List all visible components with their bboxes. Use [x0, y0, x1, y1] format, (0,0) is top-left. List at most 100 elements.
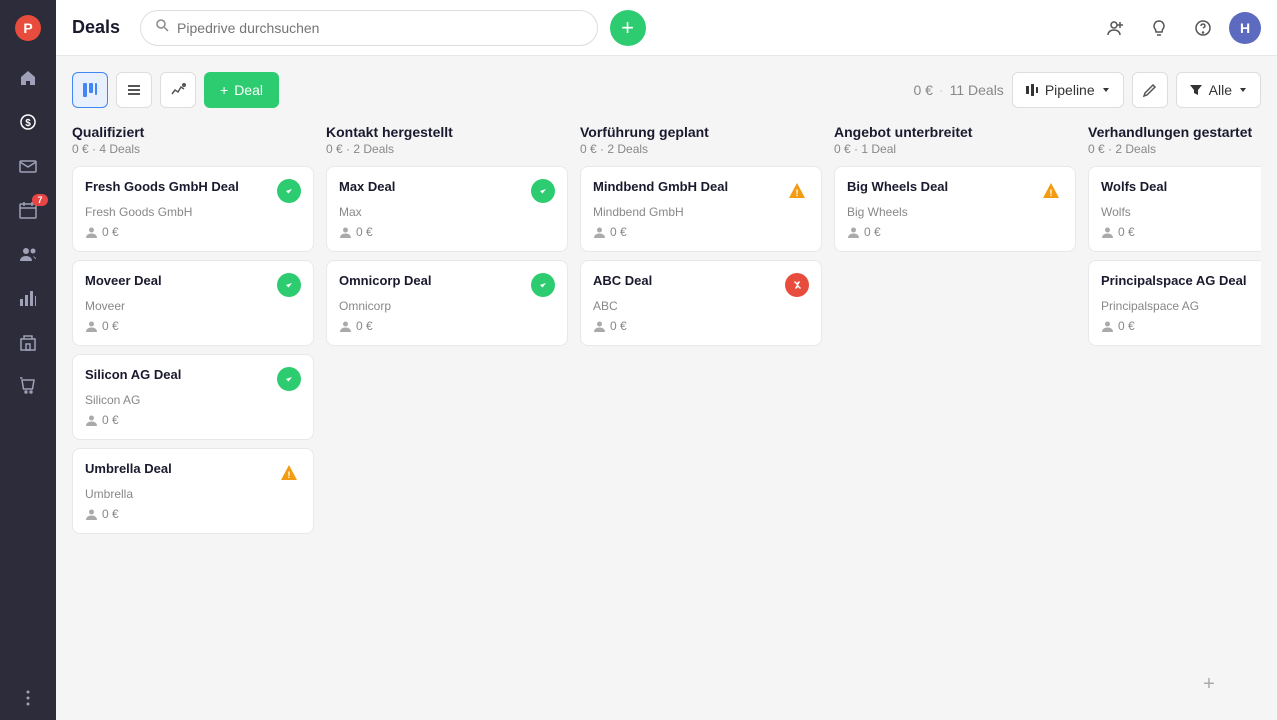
deal-amount: 0 € — [102, 319, 119, 333]
deal-name: Fresh Goods GmbH Deal — [85, 179, 239, 196]
sidebar-item-companies[interactable] — [0, 320, 56, 364]
deal-name: Silicon AG Deal — [85, 367, 181, 384]
deals-icon: $ — [18, 112, 38, 132]
deal-card[interactable]: Moveer Deal Moveer 0 € — [72, 260, 314, 346]
bulb-button[interactable] — [1141, 10, 1177, 46]
deal-name: Mindbend GmbH Deal — [593, 179, 728, 196]
deal-company: Umbrella — [85, 487, 301, 501]
deal-card[interactable]: Silicon AG Deal Silicon AG 0 € — [72, 354, 314, 440]
kanban-view-button[interactable] — [72, 72, 108, 108]
deal-footer: 0 € — [1101, 319, 1261, 333]
column-title: Angebot unterbreitet — [834, 124, 1076, 140]
forecast-view-button[interactable] — [160, 72, 196, 108]
sidebar-item-contacts[interactable] — [0, 232, 56, 276]
products-icon — [18, 376, 38, 396]
companies-icon — [18, 332, 38, 352]
deal-card[interactable]: Principalspace AG Deal ! Principalspace … — [1088, 260, 1261, 346]
deal-amount: 0 € — [102, 225, 119, 239]
column-verhandlungen: Verhandlungen gestartet 0 € · 2 Deals Wo… — [1088, 124, 1261, 704]
deal-amount: 0 € — [102, 507, 119, 521]
content-area: + Deal 0 € · 11 Deals Pipeline Alle — [56, 56, 1277, 720]
sidebar-item-products[interactable] — [0, 364, 56, 408]
add-deal-label: Deal — [234, 82, 263, 98]
person-icon — [339, 226, 352, 239]
deal-name: Principalspace AG Deal — [1101, 273, 1246, 290]
column-kontakt: Kontakt hergestellt 0 € · 2 Deals Max De… — [326, 124, 568, 704]
person-icon — [85, 226, 98, 239]
deal-card-header: ABC Deal — [593, 273, 809, 297]
add-card-button[interactable]: + — [1088, 664, 1261, 704]
column-header: Kontakt hergestellt 0 € · 2 Deals — [326, 124, 568, 166]
deal-card-header: Wolfs Deal — [1101, 179, 1261, 203]
deal-card-header: Principalspace AG Deal ! — [1101, 273, 1261, 297]
deal-card[interactable]: Max Deal Max 0 € — [326, 166, 568, 252]
filter-label: Alle — [1209, 82, 1232, 98]
search-bar[interactable] — [140, 10, 597, 46]
pipeline-button[interactable]: Pipeline — [1012, 72, 1124, 108]
deal-footer: 0 € — [339, 225, 555, 239]
deal-amount: 0 € — [1118, 319, 1135, 333]
deal-card[interactable]: Wolfs Deal Wolfs 0 € — [1088, 166, 1261, 252]
column-meta: 0 € · 1 Deal — [834, 142, 1076, 156]
topbar: Deals + H — [56, 0, 1277, 56]
search-input[interactable] — [177, 20, 582, 36]
column-cards: Wolfs Deal Wolfs 0 € Principalspace AG D… — [1088, 166, 1261, 660]
deal-company: Big Wheels — [847, 205, 1063, 219]
person-icon — [593, 226, 606, 239]
deal-card[interactable]: Mindbend GmbH Deal ! Mindbend GmbH 0 € — [580, 166, 822, 252]
add-users-button[interactable] — [1097, 10, 1133, 46]
view-toolbar: + Deal 0 € · 11 Deals Pipeline Alle — [72, 72, 1261, 108]
sidebar: P $ 7 — [0, 0, 56, 720]
column-title: Qualifiziert — [72, 124, 314, 140]
deal-card-header: Mindbend GmbH Deal ! — [593, 179, 809, 203]
status-icon-green — [277, 367, 301, 391]
person-icon — [1101, 320, 1114, 333]
sidebar-item-more[interactable] — [0, 676, 56, 720]
deal-footer: 0 € — [847, 225, 1063, 239]
deal-card-header: Max Deal — [339, 179, 555, 203]
column-cards: Big Wheels Deal ! Big Wheels 0 € — [834, 166, 1076, 704]
status-icon-warning: ! — [785, 179, 809, 203]
sidebar-item-mail[interactable] — [0, 144, 56, 188]
sidebar-item-calendar[interactable]: 7 — [0, 188, 56, 232]
filter-button[interactable]: Alle — [1176, 72, 1261, 108]
column-meta: 0 € · 4 Deals — [72, 142, 314, 156]
status-icon-red — [785, 273, 809, 297]
deal-company: Mindbend GmbH — [593, 205, 809, 219]
deal-amount: 0 € — [610, 225, 627, 239]
deal-company: Omnicorp — [339, 299, 555, 313]
user-avatar[interactable]: H — [1229, 12, 1261, 44]
deal-name: Moveer Deal — [85, 273, 162, 290]
deal-card[interactable]: Umbrella Deal ! Umbrella 0 € — [72, 448, 314, 534]
stats-dot: · — [939, 82, 944, 98]
deal-card-header: Omnicorp Deal — [339, 273, 555, 297]
column-meta: 0 € · 2 Deals — [1088, 142, 1261, 156]
deal-card[interactable]: Fresh Goods GmbH Deal Fresh Goods GmbH 0… — [72, 166, 314, 252]
sidebar-item-reports[interactable] — [0, 276, 56, 320]
deal-footer: 0 € — [85, 413, 301, 427]
person-icon — [85, 508, 98, 521]
stats-count: 11 Deals — [950, 82, 1004, 98]
edit-button[interactable] — [1132, 72, 1168, 108]
column-cards: Max Deal Max 0 € Omnicorp Deal Omnicorp … — [326, 166, 568, 704]
deal-amount: 0 € — [356, 319, 373, 333]
list-view-button[interactable] — [116, 72, 152, 108]
deal-card[interactable]: Omnicorp Deal Omnicorp 0 € — [326, 260, 568, 346]
add-button[interactable]: + — [610, 10, 646, 46]
person-icon — [1101, 226, 1114, 239]
person-icon — [339, 320, 352, 333]
column-angebot: Angebot unterbreitet 0 € · 1 Deal Big Wh… — [834, 124, 1076, 704]
column-title: Kontakt hergestellt — [326, 124, 568, 140]
deal-name: ABC Deal — [593, 273, 652, 290]
add-deal-button[interactable]: + Deal — [204, 72, 279, 108]
sidebar-item-deals[interactable]: $ — [0, 100, 56, 144]
calendar-badge: 7 — [32, 194, 48, 206]
deal-card[interactable]: ABC Deal ABC 0 € — [580, 260, 822, 346]
sidebar-item-home[interactable] — [0, 56, 56, 100]
help-button[interactable] — [1185, 10, 1221, 46]
deal-card[interactable]: Big Wheels Deal ! Big Wheels 0 € — [834, 166, 1076, 252]
deal-company: Principalspace AG — [1101, 299, 1261, 313]
deal-name: Big Wheels Deal — [847, 179, 948, 196]
deal-card-header: Fresh Goods GmbH Deal — [85, 179, 301, 203]
deal-name: Max Deal — [339, 179, 395, 196]
